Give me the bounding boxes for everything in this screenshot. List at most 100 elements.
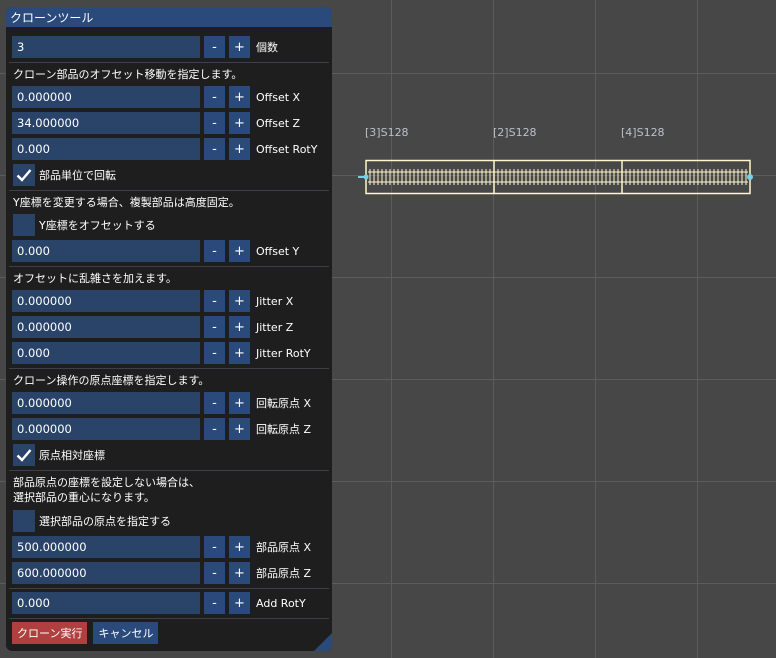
part-origin-z-label: 部品原点 Z: [256, 567, 312, 580]
clone-tool-panel: クローンツール - + 個数 クローン部品のオフセット移動を指定します。 - +…: [6, 7, 332, 651]
track-endpoint: [747, 174, 753, 180]
offset-x-label: Offset X: [256, 90, 301, 104]
offset-x-input[interactable]: [12, 86, 200, 108]
jitter-x-decrement-button[interactable]: -: [204, 290, 225, 312]
offset-y-label: Offset Y: [256, 244, 300, 258]
part-origin-note-line1: 部品原点の座標を設定しない場合は、: [13, 476, 200, 489]
add-roty-row: - + Add RotY: [12, 592, 306, 614]
offset-roty-row: - + Offset RotY: [12, 138, 317, 160]
offset-y-row: - + Offset Y: [12, 240, 299, 262]
jitter-z-increment-button[interactable]: +: [229, 316, 250, 338]
offset-x-increment-button[interactable]: +: [229, 86, 250, 108]
rot-origin-z-row: - + 回転原点 Z: [12, 418, 311, 440]
jitter-section-heading: オフセットに乱雑さを加えます。: [13, 272, 177, 285]
y-offset-label: Y座標をオフセットする: [39, 219, 156, 232]
checkmark-icon: [16, 449, 32, 462]
rot-origin-x-decrement-button[interactable]: -: [204, 392, 225, 414]
jitter-z-input[interactable]: [12, 316, 200, 338]
checkbox-box[interactable]: [13, 214, 35, 236]
checkbox-box[interactable]: [13, 444, 35, 466]
rot-origin-x-label: 回転原点 X: [256, 397, 312, 410]
offset-z-increment-button[interactable]: +: [229, 112, 250, 134]
count-label: 個数: [256, 41, 278, 54]
checkbox-box[interactable]: [13, 164, 35, 186]
divider: [9, 618, 329, 619]
panel-title: クローンツール: [10, 10, 94, 25]
rot-origin-x-input[interactable]: [12, 392, 200, 414]
specify-origin-label: 選択部品の原点を指定する: [39, 515, 171, 528]
part-origin-x-increment-button[interactable]: +: [229, 536, 250, 558]
jitter-x-increment-button[interactable]: +: [229, 290, 250, 312]
add-roty-input[interactable]: [12, 592, 200, 614]
jitter-roty-row: - + Jitter RotY: [12, 342, 311, 364]
rot-origin-x-row: - + 回転原点 X: [12, 392, 311, 414]
checkbox-box[interactable]: [13, 510, 35, 532]
action-bar: クローン実行 キャンセル: [12, 622, 164, 644]
offset-roty-input[interactable]: [12, 138, 200, 160]
jitter-x-label: Jitter X: [256, 294, 294, 308]
offset-roty-label: Offset RotY: [256, 142, 318, 156]
rot-origin-z-input[interactable]: [12, 418, 200, 440]
count-decrement-button[interactable]: -: [204, 36, 225, 58]
rot-origin-z-increment-button[interactable]: +: [229, 418, 250, 440]
offset-section-heading: クローン部品のオフセット移動を指定します。: [13, 68, 243, 81]
track-label: [2]S128: [493, 126, 537, 139]
divider: [9, 62, 329, 63]
offset-y-decrement-button[interactable]: -: [204, 240, 225, 262]
part-origin-x-input[interactable]: [12, 536, 200, 558]
jitter-roty-label: Jitter RotY: [256, 346, 311, 360]
track-group[interactable]: [358, 159, 753, 195]
divider: [9, 190, 329, 191]
offset-z-decrement-button[interactable]: -: [204, 112, 225, 134]
jitter-x-input[interactable]: [12, 290, 200, 312]
part-origin-x-row: - + 部品原点 X: [12, 536, 311, 558]
jitter-roty-increment-button[interactable]: +: [229, 342, 250, 364]
offset-y-increment-button[interactable]: +: [229, 240, 250, 262]
offset-y-input[interactable]: [12, 240, 200, 262]
part-origin-x-decrement-button[interactable]: -: [204, 536, 225, 558]
part-origin-z-row: - + 部品原点 Z: [12, 562, 311, 584]
rot-origin-x-increment-button[interactable]: +: [229, 392, 250, 414]
offset-z-input[interactable]: [12, 112, 200, 134]
jitter-roty-input[interactable]: [12, 342, 200, 364]
rotate-per-part-label: 部品単位で回転: [39, 169, 116, 182]
add-roty-increment-button[interactable]: +: [229, 592, 250, 614]
rot-origin-z-decrement-button[interactable]: -: [204, 418, 225, 440]
panel-titlebar[interactable]: クローンツール: [6, 7, 332, 27]
divider: [9, 588, 329, 589]
jitter-z-row: - + Jitter Z: [12, 316, 293, 338]
offset-roty-increment-button[interactable]: +: [229, 138, 250, 160]
part-origin-z-increment-button[interactable]: +: [229, 562, 250, 584]
part-origin-x-label: 部品原点 X: [256, 541, 312, 554]
origin-relative-checkbox[interactable]: 原点相対座標: [13, 444, 105, 466]
cancel-button[interactable]: キャンセル: [93, 622, 159, 644]
origin-relative-label: 原点相対座標: [39, 449, 105, 462]
count-increment-button[interactable]: +: [229, 36, 250, 58]
track-label: [4]S128: [621, 126, 665, 139]
offset-z-row: - + Offset Z: [12, 112, 300, 134]
track-label: [3]S128: [365, 126, 409, 139]
specify-origin-checkbox[interactable]: 選択部品の原点を指定する: [13, 510, 171, 532]
y-offset-checkbox[interactable]: Y座標をオフセットする: [13, 214, 156, 236]
y-section-heading: Y座標を変更する場合、複製部品は高度固定。: [13, 196, 240, 209]
offset-x-decrement-button[interactable]: -: [204, 86, 225, 108]
jitter-z-decrement-button[interactable]: -: [204, 316, 225, 338]
offset-roty-decrement-button[interactable]: -: [204, 138, 225, 160]
resize-grip-icon[interactable]: [314, 633, 332, 651]
part-origin-z-decrement-button[interactable]: -: [204, 562, 225, 584]
rot-origin-z-label: 回転原点 Z: [256, 423, 312, 436]
clone-execute-button[interactable]: クローン実行: [12, 622, 88, 644]
jitter-x-row: - + Jitter X: [12, 290, 293, 312]
divider: [9, 470, 329, 471]
add-roty-decrement-button[interactable]: -: [204, 592, 225, 614]
offset-x-row: - + Offset X: [12, 86, 300, 108]
rotate-per-part-checkbox[interactable]: 部品単位で回転: [13, 164, 116, 186]
add-roty-label: Add RotY: [256, 596, 306, 610]
part-origin-note-line2: 選択部品の重心になります。: [13, 491, 155, 504]
count-input[interactable]: [12, 36, 200, 58]
jitter-z-label: Jitter Z: [256, 320, 294, 334]
part-origin-z-input[interactable]: [12, 562, 200, 584]
divider: [9, 266, 329, 267]
count-row: - + 個数: [12, 36, 278, 58]
jitter-roty-decrement-button[interactable]: -: [204, 342, 225, 364]
